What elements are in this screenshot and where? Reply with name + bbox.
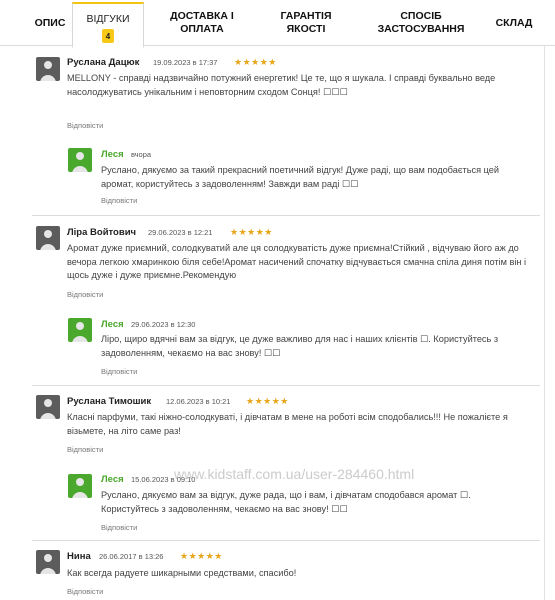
review-text: MELLONY - справді надзвичайно потужний е… <box>67 73 496 97</box>
watermark-text: www.kidstaff.com.ua/user-284460.html <box>174 466 415 482</box>
review-author: Руслана Тимошик <box>67 396 152 407</box>
tab-description[interactable]: ОПИС <box>24 0 76 46</box>
tab-quality-guarantee-label: ГАРАНТІЯ ЯКОСТІ <box>280 10 332 35</box>
review-date: 12.06.2023 в 10:21 <box>166 397 231 406</box>
content-right-border <box>544 46 545 600</box>
reply-link[interactable]: Відповісти <box>67 445 103 454</box>
review-author: Руслана Дацюк <box>67 57 140 68</box>
tab-reviews-label: ВІДГУКИ <box>86 13 130 25</box>
reviews-count-badge: 4 <box>102 29 114 43</box>
review-text: Класні парфуми, такі ніжно-солодкуваті, … <box>67 412 508 436</box>
reply-text: Руслано, дякуємо за такий прекрасний пое… <box>101 165 500 189</box>
review-author: Ліра Войтович <box>67 227 137 238</box>
review-text: Аромат дуже приємний, солодкуватий але ц… <box>67 243 527 280</box>
review-date: 19.09.2023 в 17:37 <box>153 58 218 67</box>
reply-link[interactable]: Відповісти <box>101 367 137 376</box>
tab-composition[interactable]: СКЛАД <box>488 0 540 46</box>
reply-link[interactable]: Відповісти <box>101 196 137 205</box>
review-divider <box>32 215 540 216</box>
tab-quality-guarantee[interactable]: ГАРАНТІЯ ЯКОСТІ <box>262 0 350 46</box>
user-avatar-icon <box>36 57 60 81</box>
tab-reviews[interactable]: ВІДГУКИ 4 <box>72 2 144 48</box>
user-avatar-icon <box>36 550 60 574</box>
reply-link[interactable]: Відповісти <box>67 121 103 130</box>
reply-text: Руслано, дякуємо вам за відгук, дуже рад… <box>101 490 471 514</box>
reply-date: 29.06.2023 в 12:30 <box>131 320 196 329</box>
reply-link[interactable]: Відповісти <box>101 523 137 532</box>
tab-usage-label: СПОСІБ ЗАСТОСУВАННЯ <box>377 10 465 35</box>
reply-date: 15.06.2023 в 09:10 <box>131 475 196 484</box>
tab-delivery-payment[interactable]: ДОСТАВКА І ОПЛАТА <box>150 0 254 46</box>
user-avatar-icon <box>36 395 60 419</box>
product-tabs: ОПИС ВІДГУКИ 4 ДОСТАВКА І ОПЛАТА ГАРАНТІ… <box>0 0 555 48</box>
reply-link[interactable]: Відповісти <box>67 290 103 299</box>
reply-author: Леся <box>101 319 124 330</box>
tab-composition-label: СКЛАД <box>495 16 533 29</box>
shop-avatar-icon <box>68 318 92 342</box>
rating-stars-icon: ★★★★★ <box>246 396 289 406</box>
shop-avatar-icon <box>68 148 92 172</box>
review-author: Нина <box>67 551 91 562</box>
review-date: 26.06.2017 в 13:26 <box>99 552 164 561</box>
reply-link[interactable]: Відповісти <box>67 587 103 596</box>
reply-text: Ліро, щиро вдячні вам за відгук, це дуже… <box>101 334 499 358</box>
reply-date: вчора <box>131 150 152 159</box>
rating-stars-icon: ★★★★★ <box>230 227 273 237</box>
reply-author: Леся <box>101 149 124 160</box>
reply-author: Леся <box>101 474 124 485</box>
user-avatar-icon <box>36 226 60 250</box>
shop-avatar-icon <box>68 474 92 498</box>
review-text: Как всегда радуете шикарными средствами,… <box>67 568 297 578</box>
rating-stars-icon: ★★★★★ <box>180 551 223 561</box>
review-divider <box>32 540 540 541</box>
tab-delivery-payment-label: ДОСТАВКА І ОПЛАТА <box>170 10 234 35</box>
tab-description-label: ОПИС <box>34 16 66 29</box>
review-date: 29.06.2023 в 12:21 <box>148 228 213 237</box>
tab-usage[interactable]: СПОСІБ ЗАСТОСУВАННЯ <box>362 0 480 46</box>
rating-stars-icon: ★★★★★ <box>234 57 277 67</box>
review-divider <box>32 385 540 386</box>
